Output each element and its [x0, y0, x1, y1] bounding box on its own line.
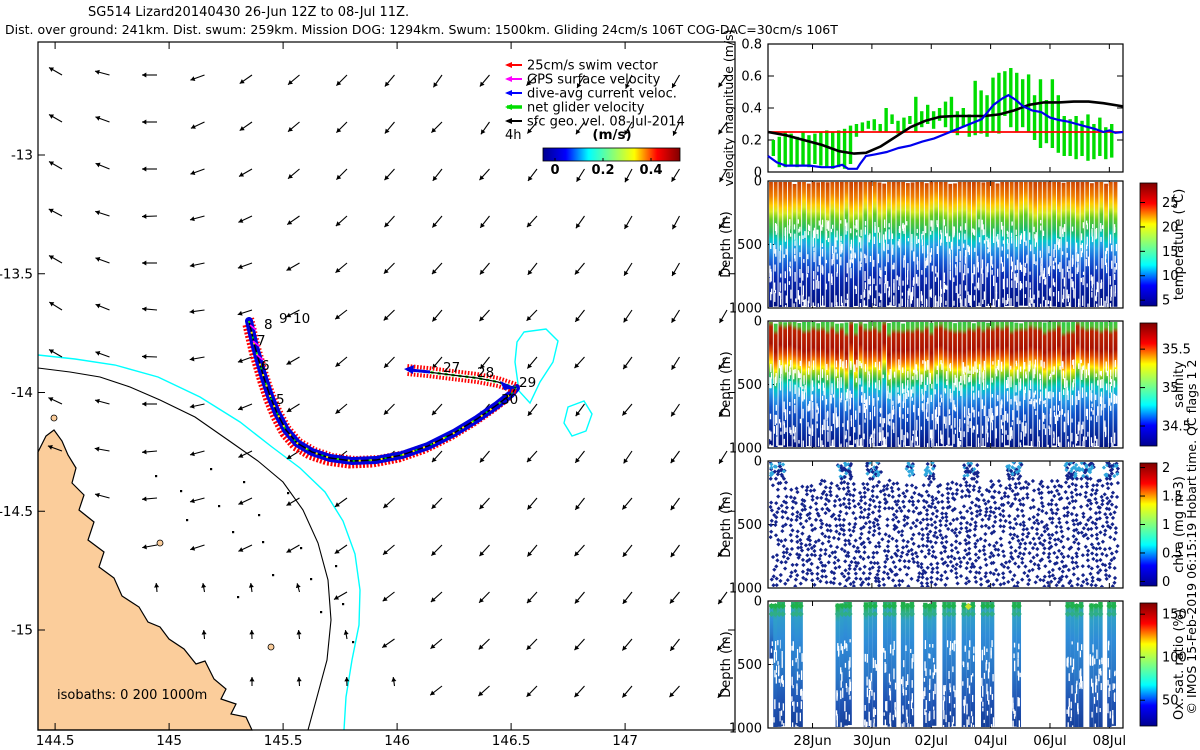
- reef-speck: [155, 475, 158, 478]
- colorbar-tick-label: 15: [1162, 245, 1179, 260]
- dive-number-label: 9: [279, 311, 288, 327]
- reef-speck: [243, 481, 246, 484]
- chl-plot: 05001000Depth (m): [719, 455, 1124, 597]
- dive-number-label: 7: [257, 333, 266, 349]
- colorbar-tick-label: 0.5: [1162, 546, 1183, 561]
- map-x-tick-label: 144.5: [36, 733, 75, 749]
- legend-cbar-tick: 0.4: [639, 163, 662, 178]
- legend-duration-label: 4h: [505, 128, 522, 143]
- legend-item-label: 25cm/s swim vector: [527, 59, 658, 74]
- map-x-tick-label: 145: [156, 733, 182, 749]
- colorbar-tick-label: 25: [1162, 196, 1179, 211]
- dive-number-label: 28: [477, 365, 494, 381]
- colorbar-tick-label: 100: [1162, 651, 1187, 666]
- colorbar-title: temperature (°C): [1172, 189, 1187, 301]
- legend-colorbar: [542, 147, 681, 162]
- reef-speck: [335, 565, 338, 568]
- colorbar-tick-label: 1.5: [1162, 490, 1183, 505]
- legend-item-label: net glider velocity: [527, 101, 645, 116]
- map-y-tick-label: -15: [11, 623, 33, 639]
- legend-item-label: dive-avg current veloc.: [527, 87, 677, 102]
- reef-speck: [180, 490, 183, 493]
- chl-scatter: [769, 462, 1121, 587]
- reef-speck: [320, 611, 323, 614]
- reef-speck: [272, 574, 275, 577]
- colorbar-tick-label: 0: [1162, 575, 1170, 590]
- reef-speck: [232, 531, 235, 534]
- colorbar-tick-label: 34.5: [1162, 420, 1191, 435]
- colorbar-tick-label: 1: [1162, 518, 1170, 533]
- legend-cbar-tick: 0.2: [591, 163, 614, 178]
- reef-speck: [186, 519, 189, 522]
- map-y-tick-label: -13: [11, 148, 33, 164]
- colorbar-tick-label: 50: [1162, 694, 1179, 709]
- dive-avg-current-line: [767, 93, 1124, 170]
- salinity-plot: 05001000Depth (m): [719, 315, 1124, 457]
- oxygen-plot-colorbar: 50 100 150Ox. sat. ratio (%): [1139, 602, 1187, 727]
- reef-speck: [352, 641, 355, 644]
- colorbar-title: Ox. sat. ratio (%): [1172, 609, 1187, 720]
- map-x-tick-label: 146.5: [492, 733, 531, 749]
- salinity-plot-colorbar: 34.5 35 35.5 salinity: [1139, 322, 1191, 447]
- reef-speck: [287, 492, 290, 495]
- legend-item-label: GPS surface velocity: [527, 73, 661, 88]
- sfc-geo-velocity-line: [767, 100, 1124, 155]
- isobaths-label: isobaths: 0 200 1000m: [57, 688, 207, 703]
- reef-speck: [258, 514, 261, 517]
- dive-number-label: 29: [519, 375, 536, 391]
- temperature-plot-colorbar: 5 10 15 20 25temperature (°C): [1139, 182, 1187, 309]
- reef-speck: [210, 468, 213, 471]
- reef-speck: [300, 547, 303, 550]
- x-tick-label: 04Jul: [974, 733, 1007, 749]
- map-y-tick-label: -13.5: [0, 266, 33, 282]
- map-x-tick-label: 146: [384, 733, 410, 749]
- reef-speck: [310, 578, 313, 581]
- map-x-tick-label: 147: [612, 733, 638, 749]
- map-y-tick-label: -14.5: [0, 504, 33, 520]
- colorbar-tick-label: 5: [1162, 294, 1170, 309]
- colorbar-tick-label: 150: [1162, 608, 1187, 623]
- oxygen-outlier-point: [964, 603, 972, 610]
- figure-root: SG514 Lizard20140430 26-Jun 12Z to 08-Ju…: [0, 0, 1200, 750]
- colorbar-title: chl-a (mg m-3): [1172, 476, 1187, 573]
- dive-number-label: 6: [261, 358, 270, 374]
- x-tick-label: 28Jun: [793, 733, 831, 749]
- reef-speck: [237, 596, 240, 599]
- map-panel: 5 6 78 9 10 27 28 2930 144.5 145 145.5 146 146.5 147 -…: [0, 41, 736, 749]
- reef-speck: [218, 505, 221, 508]
- islet: [156, 539, 164, 547]
- reef-speck: [342, 603, 345, 606]
- dive-number-label: 10: [293, 311, 310, 327]
- colorbar-tick-label: 2: [1162, 461, 1170, 476]
- x-tick-label: 08Jul: [1093, 733, 1126, 749]
- colorbar-tick-label: 20: [1162, 220, 1179, 235]
- x-tick-label: 06Jul: [1033, 733, 1066, 749]
- legend-cbar-title: (m/s): [592, 127, 631, 143]
- dive-number-label: 27: [443, 360, 460, 376]
- dive-number-label: 8: [264, 317, 273, 333]
- islet: [50, 414, 58, 422]
- colorbar-tick-label: 35: [1162, 381, 1179, 396]
- colorbar-tick-label: 10: [1162, 269, 1179, 284]
- colorbar-title: salinity: [1172, 361, 1187, 408]
- dive-number-label: 30: [501, 392, 518, 408]
- colorbar-tick-label: 35.5: [1162, 343, 1191, 358]
- reef-speck: [262, 541, 265, 544]
- oxygen-plot: 05001000Depth (m): [719, 595, 1124, 737]
- dive-number-label: 5: [276, 392, 285, 408]
- chl-colorbar: 0 0.5 1 1.5 2chl-a (mg m-3): [1139, 461, 1187, 590]
- legend-cbar-tick: 0: [550, 163, 559, 178]
- velocity-plot: 00.20.40.60.8velocity magnitude (m/s): [721, 29, 1124, 187]
- imos-watermark: © IMOS 15-Feb-2019 06:15:19 Hobart time.…: [1184, 360, 1199, 715]
- map-x-tick-label: 145.5: [264, 733, 303, 749]
- x-tick-label: 02Jul: [915, 733, 948, 749]
- islet: [267, 643, 275, 651]
- x-tick-label: 30Jun: [853, 733, 891, 749]
- temperature-plot: 05001000Depth (m): [719, 175, 1124, 317]
- map-y-tick-label: -14: [11, 385, 33, 401]
